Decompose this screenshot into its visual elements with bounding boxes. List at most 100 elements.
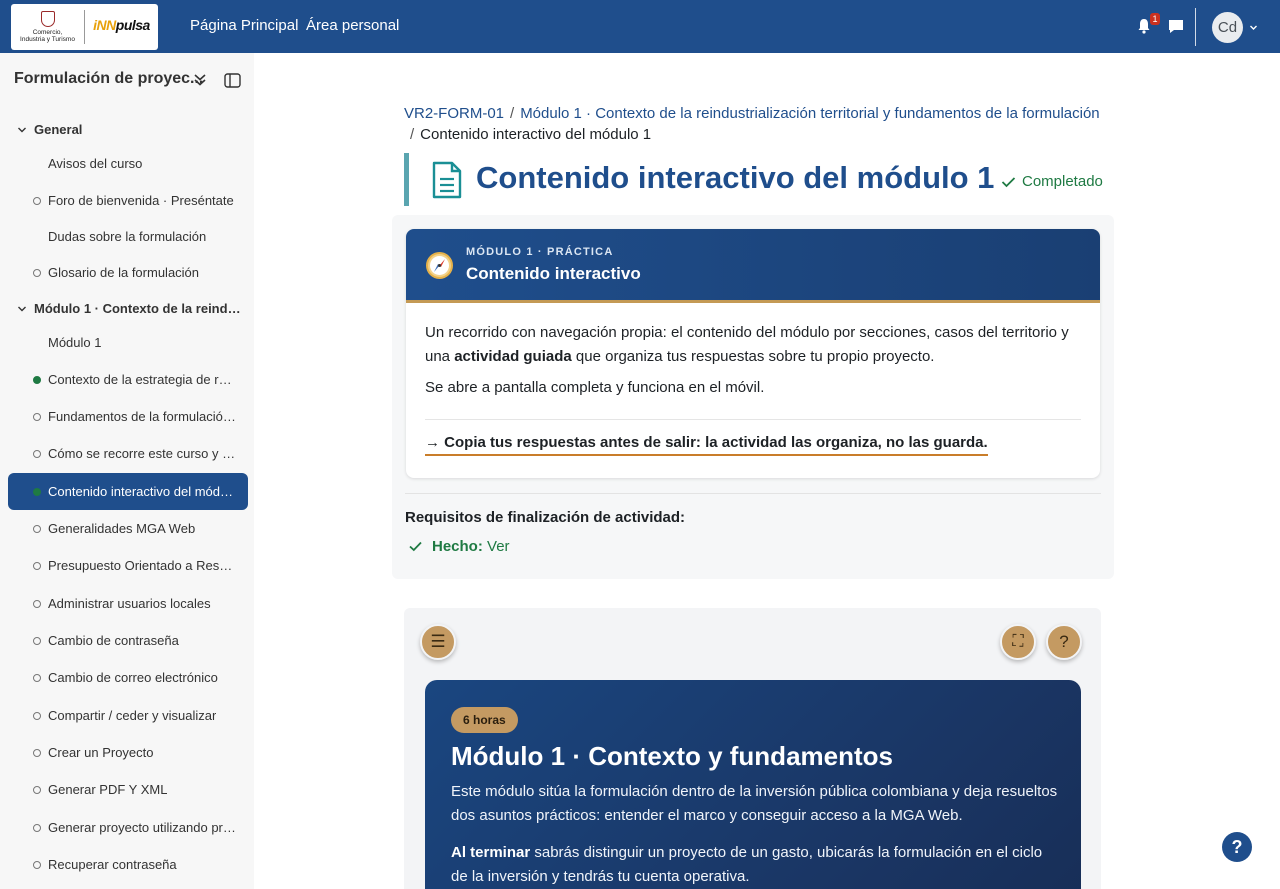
incomplete-circle-icon (33, 268, 41, 277)
page-title: Contenido interactivo del módulo 1 (476, 160, 995, 195)
embed-fullscreen-button[interactable]: ⛶ (1000, 624, 1036, 660)
sidebar-item[interactable]: Cómo se recorre este curso y acceso (8, 435, 248, 472)
sidebar-item[interactable]: Presupuesto Orientado a Resultados (8, 547, 248, 584)
coat-of-arms-icon (40, 11, 55, 27)
sidebar-item-label: Recuperar contraseña (48, 857, 177, 872)
sidebar-item[interactable]: Fundamentos de la formulación de proyect… (8, 398, 248, 435)
incomplete-circle-icon (33, 748, 41, 757)
logo-line-1: Comercio, (32, 29, 63, 36)
incomplete-circle-icon (33, 860, 41, 869)
incomplete-circle-icon (33, 823, 41, 832)
nav-personal-area-link[interactable]: Área personal (306, 17, 399, 34)
sidebar-item-label: Dudas sobre la formulación (48, 229, 207, 244)
compass-icon (426, 252, 453, 279)
sidebar-item-active[interactable]: Contenido interactivo del módulo 1 (8, 473, 248, 510)
logo-brand-suffix: pulsa (115, 17, 151, 33)
interactive-content-frame: ☰ ⛶ ? 6 horas Módulo 1 · Contexto y fund… (404, 608, 1101, 889)
close-sidebar-icon[interactable] (224, 73, 241, 88)
sidebar-item[interactable]: Avisos del curso (8, 145, 248, 182)
page-document-icon (432, 161, 462, 199)
breadcrumb-current: Contenido interactivo del módulo 1 (420, 126, 652, 143)
sidebar-item-label: Módulo 1 (48, 335, 102, 350)
sidebar-item-label: Cómo se recorre este curso y acceso (48, 446, 238, 461)
collapse-all-icon[interactable] (193, 73, 207, 87)
user-menu-chevron-down-icon[interactable] (1249, 23, 1258, 32)
requirements-title: Requisitos de finalización de actividad: (405, 509, 686, 526)
sidebar-item[interactable]: Módulo 1 (8, 324, 248, 361)
sidebar-item[interactable]: Cambio de contraseña (8, 622, 248, 659)
sidebar-section-label: General (34, 122, 83, 137)
site-logo[interactable]: Comercio, Industria y Turismo iNNpulsa (11, 4, 158, 50)
sidebar-item[interactable]: Glosario de la formulación (8, 254, 248, 291)
sidebar-item-label: Glosario de la formulación (48, 265, 200, 280)
top-navbar: Comercio, Industria y Turismo iNNpulsa P… (0, 0, 1280, 53)
sidebar-item-label: Fundamentos de la formulación de proyect… (48, 409, 238, 424)
sidebar-item-label: Cambio de contraseña (48, 633, 179, 648)
innpulsa-logo: iNNpulsa (85, 17, 158, 37)
messages-icon[interactable] (1168, 19, 1184, 34)
embed-menu-button[interactable]: ☰ (420, 624, 456, 660)
sidebar-item-label: Crear un Proyecto (48, 745, 154, 760)
requirements-divider (405, 493, 1101, 494)
completion-status[interactable]: Completado (1001, 173, 1103, 190)
chevron-down-icon (18, 127, 26, 132)
breadcrumb-module-link[interactable]: Módulo 1 · Contexto de la reindustrializ… (520, 105, 1099, 122)
sidebar-item[interactable]: Generalidades MGA Web (8, 510, 248, 547)
sidebar-item-label: Contexto de la estrategia de reindustria… (48, 372, 238, 387)
check-icon (1001, 176, 1016, 187)
sidebar-item-label: Contenido interactivo del módulo 1 (48, 484, 238, 499)
title-accent-bar (404, 153, 409, 206)
activity-mobile-note: Se abre a pantalla completa y funciona e… (425, 379, 765, 396)
sidebar-item[interactable]: Dudas sobre la formulación (8, 218, 248, 255)
sidebar-item[interactable]: Compartir / ceder y visualizar (8, 697, 248, 734)
notification-count-badge: 1 (1150, 13, 1160, 25)
logo-line-2: Industria y Turismo (20, 36, 75, 43)
completion-label: Completado (1022, 173, 1103, 190)
sidebar-item[interactable]: Cambio de correo electrónico (8, 659, 248, 696)
breadcrumb-course-link[interactable]: VR2-FORM-01 (404, 105, 504, 122)
incomplete-circle-icon (33, 412, 41, 421)
notifications-bell-icon[interactable] (1137, 18, 1151, 34)
hero-title: Módulo 1 · Contexto y fundamentos (451, 741, 893, 771)
sidebar-item[interactable]: Generar proyecto utilizando proyecto tip… (8, 809, 248, 846)
sidebar-course-title: Formulación de proyec... (14, 70, 204, 87)
sidebar-item-label: Cambio de correo electrónico (48, 670, 218, 685)
ministry-logo: Comercio, Industria y Turismo (11, 4, 84, 50)
incomplete-circle-icon (33, 711, 41, 720)
hero-outcome-bold: Al terminar (451, 844, 531, 861)
sidebar-item[interactable]: Foro de bienvenida · Preséntate (8, 182, 248, 219)
sidebar-item[interactable]: Recuperar contraseña (8, 846, 248, 883)
sidebar-section-2[interactable]: Módulo 1 · Contexto de la reindustrializ… (8, 290, 248, 327)
activity-intro-header: MÓDULO 1 · PRÁCTICA Contenido interactiv… (406, 229, 1100, 303)
embed-help-button[interactable]: ? (1046, 624, 1082, 660)
incomplete-circle-icon (33, 196, 41, 205)
sidebar-section-label: Módulo 1 · Contexto de la reindustrializ… (34, 301, 244, 316)
module-hero-card: 6 horas Módulo 1 · Contexto y fundamento… (425, 680, 1081, 889)
nav-home-link[interactable]: Página Principal (190, 17, 298, 34)
sidebar-item-label: Compartir / ceder y visualizar (48, 708, 217, 723)
sidebar-item-label: Generar PDF Y XML (48, 782, 168, 797)
incomplete-circle-icon (33, 636, 41, 645)
requirement-value: Ver (487, 538, 510, 555)
help-floating-button[interactable]: ? (1222, 832, 1252, 862)
incomplete-circle-icon (33, 785, 41, 794)
incomplete-circle-icon (33, 561, 41, 570)
breadcrumb: VR2-FORM-01/Módulo 1 · Contexto de la re… (404, 105, 1100, 143)
hero-outcome: Al terminar sabrás distinguir un proyect… (451, 844, 1043, 885)
sidebar-section-1[interactable]: General (8, 111, 248, 148)
user-avatar[interactable]: Cd (1212, 12, 1243, 43)
navbar-divider (1195, 8, 1196, 46)
incomplete-circle-icon (33, 524, 41, 533)
sidebar-item[interactable]: Generar PDF Y XML (8, 771, 248, 808)
sidebar-item[interactable]: Contexto de la estrategia de reindustria… (8, 361, 248, 398)
completed-dot-icon (33, 487, 41, 496)
sidebar-item-label: Generalidades MGA Web (48, 521, 196, 536)
requirement-view: Hecho: Ver (409, 538, 510, 555)
activity-warning-note: → Copia tus respuestas antes de salir: l… (425, 434, 988, 456)
logo-brand-prefix: iNN (93, 17, 116, 33)
course-index-sidebar: Formulación de proyec... General Avisos d… (0, 53, 254, 889)
activity-description-bold: actividad guiada (454, 348, 572, 365)
sidebar-item[interactable]: Administrar usuarios locales (8, 585, 248, 622)
sidebar-item[interactable]: Crear un Proyecto (8, 734, 248, 771)
incomplete-circle-icon (33, 673, 41, 682)
